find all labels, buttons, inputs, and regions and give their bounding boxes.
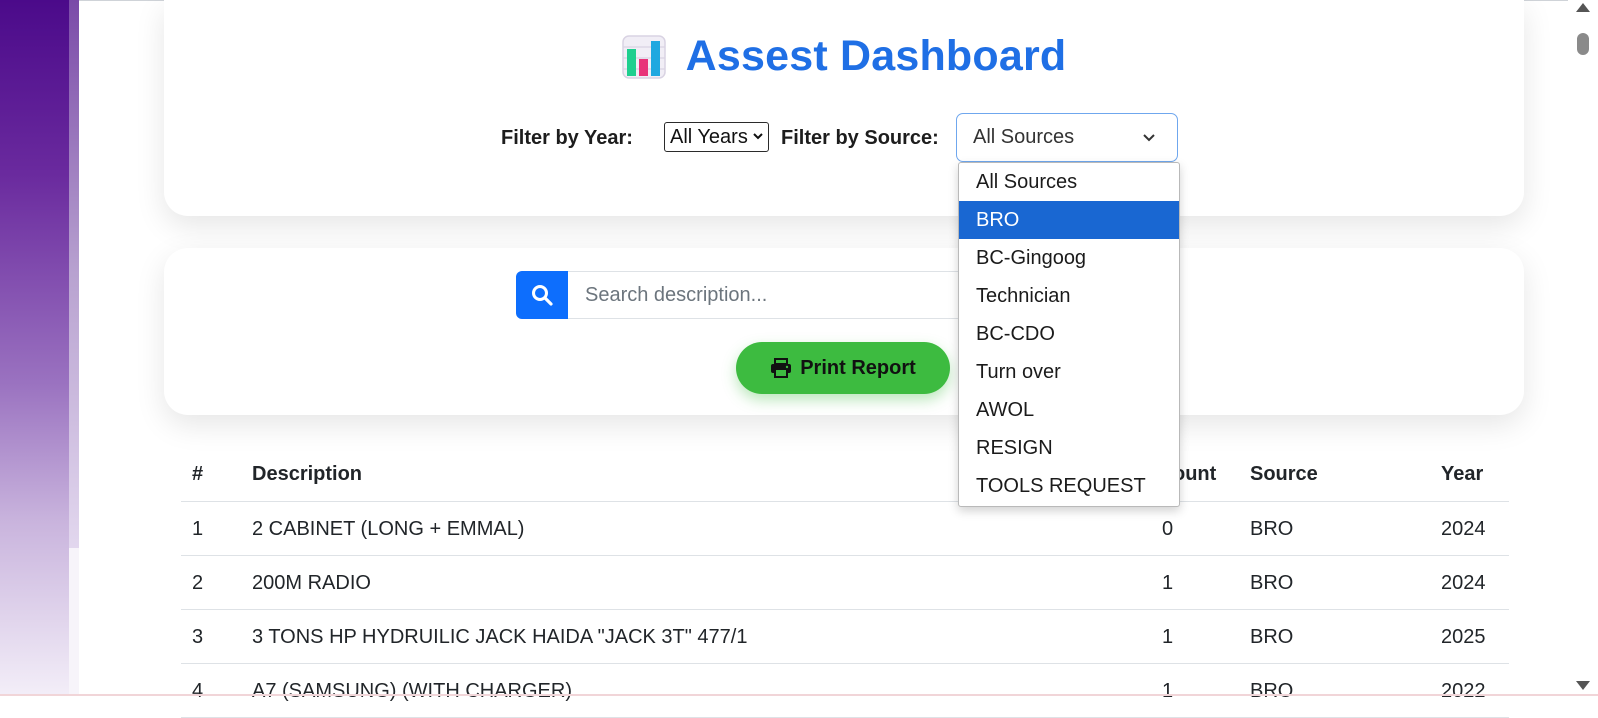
print-report-button[interactable]: Print Report (736, 342, 950, 394)
row-description: 200M RADIO (252, 572, 371, 594)
header-card: Assest Dashboard Filter by Year: All Yea… (164, 0, 1524, 216)
row-amount: 1 (1162, 572, 1174, 594)
scroll-up-arrow-icon[interactable] (1576, 3, 1590, 12)
header-description[interactable]: Description (252, 463, 362, 486)
table-row: 3 3 TONS HP HYDRUILIC JACK HAIDA "JACK 3… (181, 610, 1509, 664)
vertical-scrollbar[interactable] (1568, 0, 1598, 696)
source-option-resign[interactable]: RESIGN (959, 429, 1179, 467)
search-icon (532, 285, 553, 306)
row-description: 2 CABINET (LONG + EMMAL) (252, 518, 525, 540)
header-number[interactable]: # (192, 463, 203, 486)
header-source[interactable]: Source (1250, 463, 1318, 486)
source-option-technician[interactable]: Technician (959, 277, 1179, 315)
table-row: 1 2 CABINET (LONG + EMMAL) 0 BRO 2024 (181, 502, 1509, 556)
row-amount: 1 (1162, 626, 1174, 648)
source-option-turn-over[interactable]: Turn over (959, 353, 1179, 391)
row-number: 1 (192, 518, 204, 540)
source-filter-label: Filter by Source: (781, 127, 939, 149)
bar-chart-icon (621, 34, 666, 79)
row-year: 2022 (1441, 680, 1486, 702)
chevron-down-icon (1143, 134, 1155, 142)
row-year: 2024 (1441, 518, 1486, 540)
assets-table: # Description ount Source Year 1 2 CABIN… (181, 450, 1509, 718)
table-row: 2 200M RADIO 1 BRO 2024 (181, 556, 1509, 610)
table-header: # Description ount Source Year (181, 450, 1509, 502)
search-button[interactable] (516, 271, 568, 319)
left-gradient-strip-bottom (69, 548, 79, 696)
row-number: 2 (192, 572, 204, 594)
left-decorative-gradient (0, 0, 79, 696)
row-description: A7 (SAMSUNG) (WITH CHARGER) (252, 680, 572, 702)
source-option-bro[interactable]: BRO (959, 201, 1179, 239)
printer-icon (771, 358, 792, 378)
source-option-bc-cdo[interactable]: BC-CDO (959, 315, 1179, 353)
title-row: Assest Dashboard (164, 32, 1524, 81)
scrollbar-thumb[interactable] (1577, 33, 1589, 55)
filters-row: Filter by Year: All Years Filter by Sour… (164, 113, 1524, 163)
source-dropdown-list: All Sources BRO BC-Gingoog Technician BC… (958, 162, 1180, 507)
row-amount: 1 (1162, 680, 1174, 702)
row-source: BRO (1250, 572, 1294, 594)
row-source: BRO (1250, 680, 1294, 702)
tools-card: Search description... Print Report (164, 248, 1524, 415)
page-title: Assest Dashboard (685, 32, 1067, 80)
scroll-down-arrow-icon[interactable] (1576, 681, 1590, 690)
year-filter-select[interactable]: All Years (664, 122, 769, 152)
year-filter-value: All Years (670, 125, 748, 148)
source-option-tools-request[interactable]: TOOLS REQUEST (959, 467, 1179, 505)
year-filter-label: Filter by Year: (501, 127, 633, 149)
header-year[interactable]: Year (1441, 463, 1483, 486)
source-filter-value: All Sources (973, 126, 1075, 148)
table-row: 4 A7 (SAMSUNG) (WITH CHARGER) 1 BRO 2022 (181, 664, 1509, 718)
source-option-bc-gingoog[interactable]: BC-Gingoog (959, 239, 1179, 277)
left-gradient-strip (69, 0, 79, 548)
row-amount: 0 (1162, 518, 1174, 540)
print-report-label: Print Report (800, 356, 916, 379)
source-option-awol[interactable]: AWOL (959, 391, 1179, 429)
row-year: 2025 (1441, 626, 1486, 648)
row-source: BRO (1250, 626, 1294, 648)
row-description: 3 TONS HP HYDRUILIC JACK HAIDA "JACK 3T"… (252, 626, 748, 648)
row-source: BRO (1250, 518, 1294, 540)
source-option-all[interactable]: All Sources (959, 163, 1179, 201)
row-year: 2024 (1441, 572, 1486, 594)
source-filter-select[interactable]: All Sources (956, 113, 1178, 162)
row-number: 3 (192, 626, 204, 648)
row-number: 4 (192, 680, 204, 702)
chevron-down-icon (753, 133, 763, 140)
